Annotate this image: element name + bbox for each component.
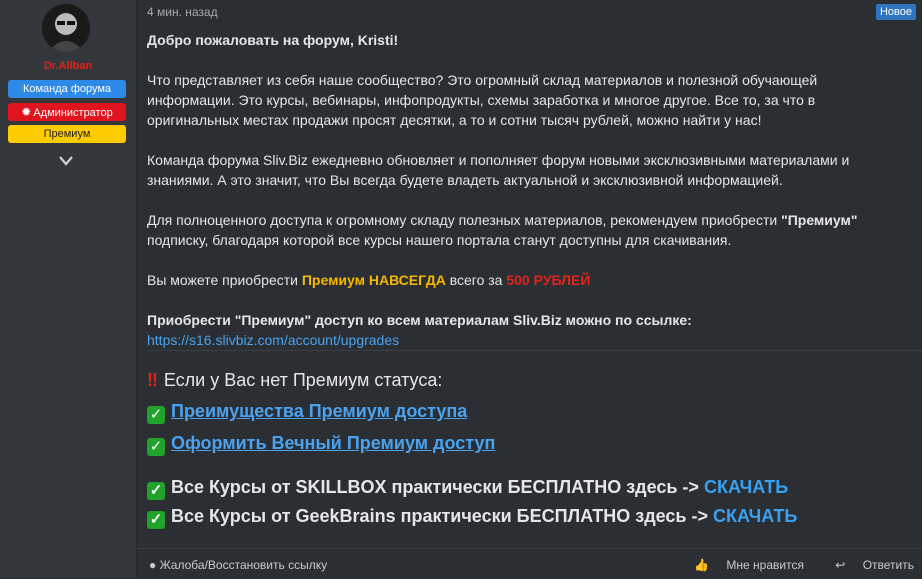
badge-admin-label: Администратор xyxy=(33,107,113,119)
p3-text-a: Для полноценного доступа к огромному скл… xyxy=(147,212,782,228)
paragraph-4: Вы можете приобрести Премиум НАВСЕГДА вс… xyxy=(147,270,907,290)
geekbrains-line: ✓ Все Курсы от GeekBrains практически БЕС… xyxy=(147,504,797,529)
geekbrains-download-link[interactable]: СКАЧАТЬ xyxy=(713,506,797,526)
post-content: 4 мин. назад Новое Добро пожаловать на ф… xyxy=(137,0,922,578)
geekbrains-text: Все Курсы от GeekBrains практически БЕСП… xyxy=(171,506,713,526)
check-mark-icon: ✓ xyxy=(147,406,165,424)
p4-text-c: всего за xyxy=(445,272,507,288)
check-mark-icon: ✓ xyxy=(147,438,165,456)
p3-premium: "Премиум" xyxy=(781,212,858,228)
post-message: Добро пожаловать на форум, Kristi! Что п… xyxy=(147,30,907,350)
p4-premium-forever: Премиум НАВСЕГДА xyxy=(301,272,446,288)
reply-icon: ↩ xyxy=(835,558,846,572)
reply-button[interactable]: ↩ Ответить xyxy=(821,558,914,572)
double-exclamation-icon: ‼ xyxy=(147,370,158,390)
paragraph-3: Для полноценного доступа к огромному скл… xyxy=(147,210,907,250)
paragraph-2: Команда форума Sliv.Biz ежедневно обновл… xyxy=(147,152,850,188)
badge-admin: ✹ Администратор xyxy=(8,103,126,121)
username[interactable]: Dr.Allban xyxy=(0,60,136,72)
new-badge: Новое xyxy=(875,4,916,20)
report-link[interactable]: ● Жалоба/Восстановить ссылку xyxy=(149,558,327,572)
badge-team: Команда форума xyxy=(8,80,126,98)
skillbox-download-link[interactable]: СКАЧАТЬ xyxy=(704,477,788,497)
like-label: Мне нравится xyxy=(726,558,804,572)
paragraph-5: Приобрести "Премиум" доступ ко всем мате… xyxy=(147,310,907,350)
user-sidebar: Dr.Allban Команда форума ✹ Администратор … xyxy=(0,0,137,578)
forum-post: Dr.Allban Команда форума ✹ Администратор … xyxy=(0,0,922,578)
premium-forever-link[interactable]: Оформить Вечный Премиум доступ xyxy=(171,433,495,453)
thumbs-up-icon: 👍 xyxy=(694,558,710,572)
skillbox-line: ✓ Все Курсы от SKILLBOX практически БЕСПЛ… xyxy=(147,475,788,500)
user-avatar[interactable] xyxy=(42,4,90,52)
chevron-down-icon[interactable] xyxy=(58,154,74,168)
badge-premium: Премиум xyxy=(8,125,126,143)
report-label: Жалоба/Восстановить ссылку xyxy=(159,558,328,572)
premium-status-text: Если у Вас нет Премиум статуса: xyxy=(163,370,443,390)
check-mark-icon: ✓ xyxy=(147,511,165,529)
premium-status-line: ‼ Если у Вас нет Премиум статуса: xyxy=(147,368,442,392)
info-icon: ● xyxy=(149,558,157,572)
post-time[interactable]: 4 мин. назад xyxy=(147,5,218,19)
skillbox-text: Все Курсы от SKILLBOX практически БЕСПЛА… xyxy=(171,477,704,497)
post-footer: ● Жалоба/Восстановить ссылку 👍 Мне нрави… xyxy=(137,548,922,579)
reply-label: Ответить xyxy=(862,558,914,572)
premium-benefits-link[interactable]: Преимущества Премиум доступа xyxy=(171,401,467,421)
p3-text-c: подписку, благодаря которой все курсы на… xyxy=(147,232,732,248)
like-button[interactable]: 👍 Мне нравится xyxy=(680,558,804,572)
p5-text: Приобрести "Премиум" доступ ко всем мате… xyxy=(147,312,692,328)
premium-forever-line: ✓ Оформить Вечный Премиум доступ xyxy=(147,431,495,456)
upgrade-link[interactable]: https://s16.slivbiz.com/account/upgrades xyxy=(147,332,399,348)
divider xyxy=(147,350,922,351)
paragraph-1: Что представляет из себя наше сообщество… xyxy=(147,72,818,128)
gear-icon: ✹ xyxy=(21,105,32,119)
p4-text-a: Вы можете приобрести xyxy=(147,272,302,288)
p4-price: 500 РУБЛЕЙ xyxy=(506,272,591,288)
premium-benefits-line: ✓ Преимущества Премиум доступа xyxy=(147,399,467,424)
post-actions: 👍 Мне нравится ↩ Ответить xyxy=(666,558,914,572)
check-mark-icon: ✓ xyxy=(147,482,165,500)
greeting: Добро пожаловать на форум, Kristi! xyxy=(147,32,399,48)
